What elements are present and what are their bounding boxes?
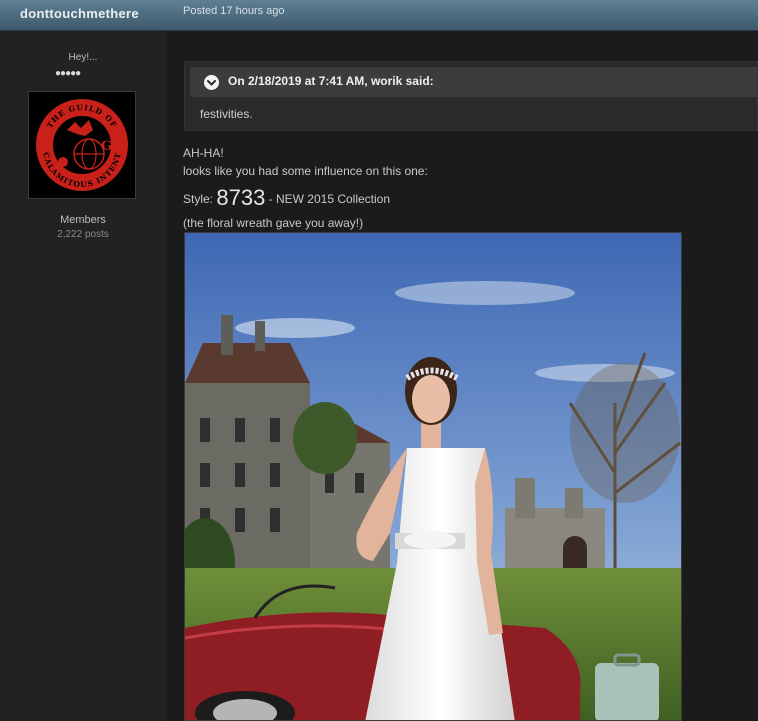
- style-number: 8733: [216, 185, 266, 210]
- quote-citation: On 2/18/2019 at 7:41 AM, worik said:: [228, 74, 434, 88]
- user-title: Hey!...: [68, 52, 98, 63]
- chevron-glyph: [207, 80, 216, 86]
- author-name-link[interactable]: donttouchmethere: [20, 6, 139, 21]
- svg-text:G: G: [101, 139, 112, 154]
- avatar[interactable]: G THE GUILD OF CALAMITOUS INTENT: [28, 91, 136, 199]
- post-line-1: AH-HA!: [183, 146, 224, 160]
- style-collection: - NEW 2015 Collection: [265, 192, 391, 206]
- rank-pips: ●●●●●: [55, 68, 81, 79]
- post-line-2: looks like you had some influence on thi…: [183, 164, 428, 178]
- member-group: Members: [60, 214, 106, 226]
- quote-body: festivities.: [200, 107, 253, 121]
- post-count: 2,222 posts: [57, 229, 109, 240]
- wedding-dress-photo[interactable]: [184, 232, 682, 721]
- guild-emblem-icon: G THE GUILD OF CALAMITOUS INTENT: [36, 99, 128, 191]
- post-timestamp[interactable]: Posted 17 hours ago: [183, 5, 285, 17]
- post-line-4: (the floral wreath gave you away!): [183, 216, 364, 230]
- post-header-bar: donttouchmethere Posted 17 hours ago: [0, 0, 758, 31]
- post-line-style: Style: 8733 - NEW 2015 Collection: [183, 185, 390, 211]
- quote-citation-bar[interactable]: On 2/18/2019 at 7:41 AM, worik said:: [190, 67, 757, 97]
- quote-block: On 2/18/2019 at 7:41 AM, worik said: fes…: [184, 61, 758, 131]
- photo-illustration: [185, 233, 681, 720]
- chevron-down-icon[interactable]: [204, 75, 219, 90]
- style-label: Style:: [183, 192, 214, 206]
- author-sidebar: Hey!... ●●●●● G THE GUILD OF CALAMITOUS …: [0, 31, 166, 721]
